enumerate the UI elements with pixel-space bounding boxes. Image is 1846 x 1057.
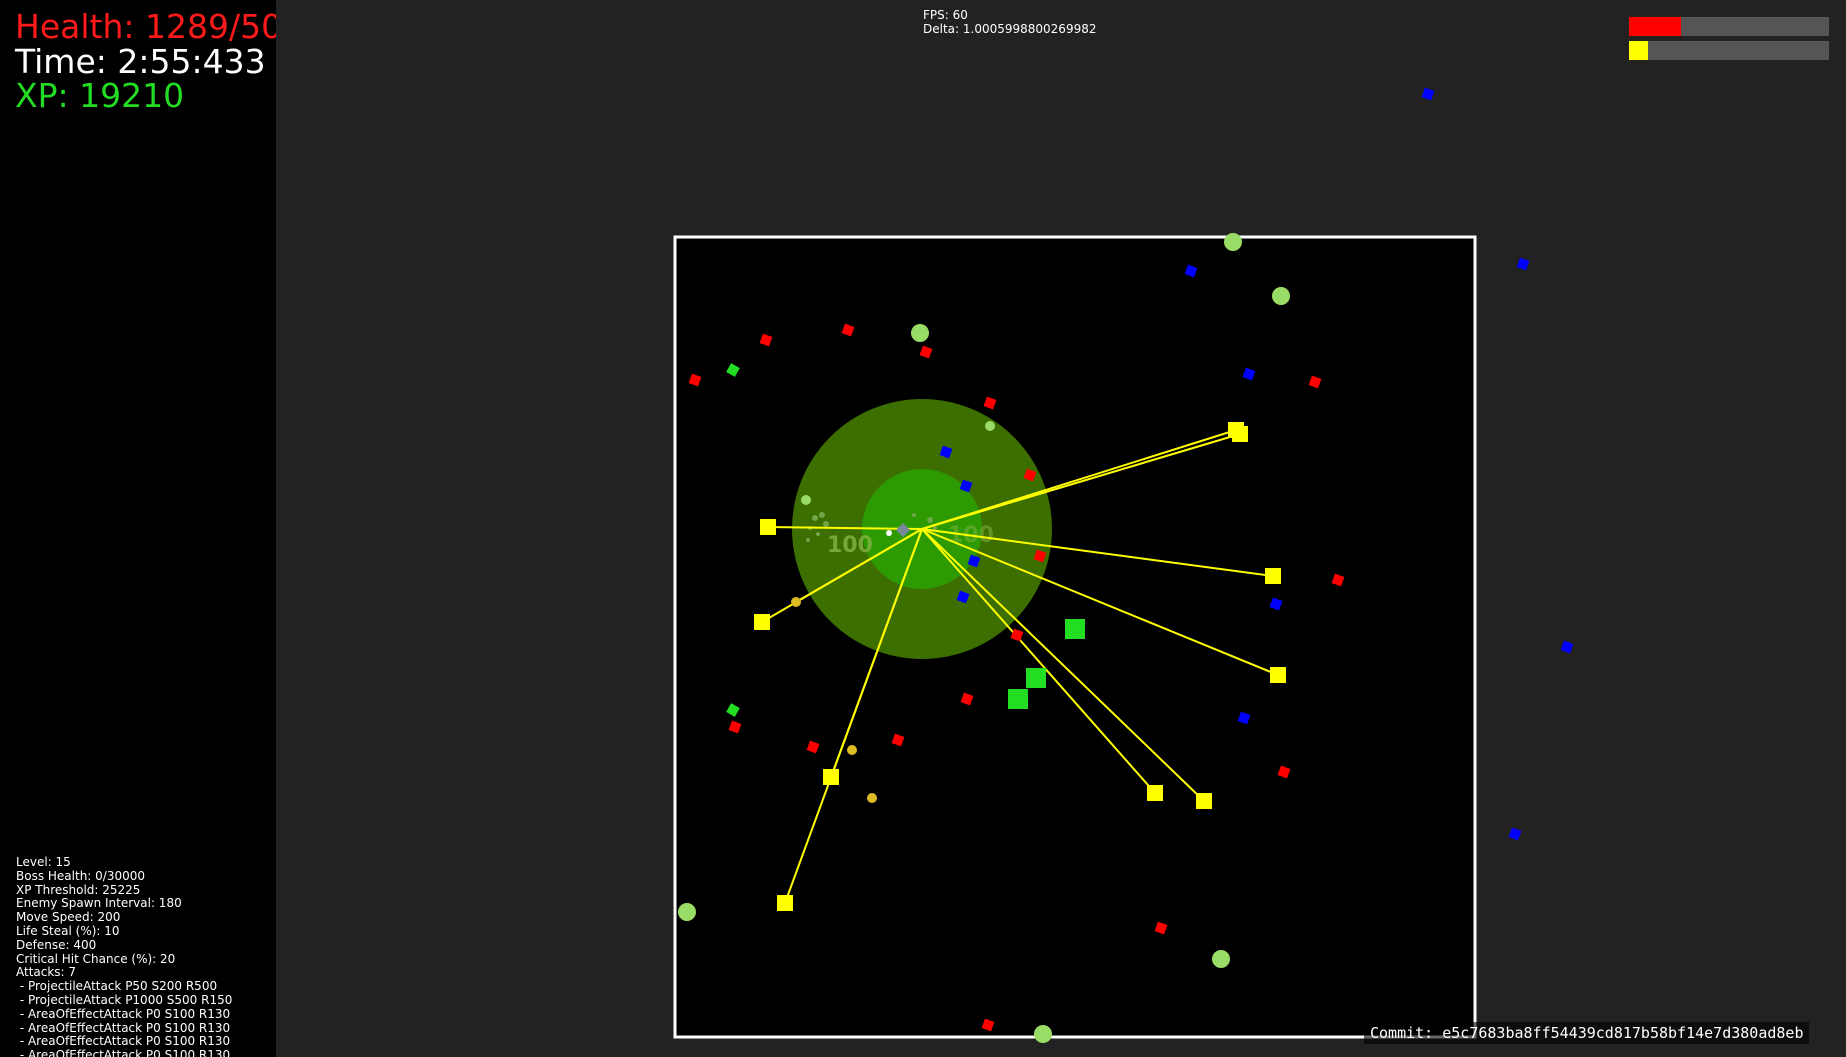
stat-line: Life Steal (%): 10	[16, 923, 120, 938]
xp-orb	[1272, 287, 1290, 305]
laser-target-enemy	[754, 614, 770, 630]
hud-left-panel: Health: 1289/5000 Time: 2:55:433 XP: 192…	[0, 0, 276, 1057]
xp-orb	[911, 324, 929, 342]
xp-orb	[1224, 233, 1242, 251]
stat-line: - AreaOfEffectAttack P0 S100 R130	[16, 1034, 231, 1049]
stat-line: Enemy Spawn Interval: 180	[16, 896, 182, 911]
debug-info: FPS: 60 Delta: 1.0005998800269982	[923, 8, 1096, 36]
health-bar-fill	[1629, 17, 1681, 36]
enemy-green-large	[1026, 668, 1046, 688]
xp-bar-fill	[1629, 41, 1648, 60]
stat-line: Move Speed: 200	[16, 910, 121, 925]
enemy-blue	[1421, 87, 1435, 101]
xp-readout: XP: 19210	[15, 76, 185, 115]
stat-line: Critical Hit Chance (%): 20	[16, 951, 176, 966]
time-readout: Time: 2:55:433	[15, 42, 266, 81]
enemy-blue	[1508, 827, 1522, 841]
game-world[interactable]: 100 100	[0, 0, 1846, 1057]
laser-target-enemy	[1232, 426, 1248, 442]
health-bar	[1629, 17, 1829, 36]
xp-orb	[1212, 950, 1230, 968]
xp-orb	[801, 495, 811, 505]
stat-line: Level: 15	[16, 855, 71, 869]
enemy-blue	[1516, 257, 1530, 271]
enemy-blue	[1560, 640, 1574, 654]
stat-line: - AreaOfEffectAttack P0 S100 R130	[16, 1006, 231, 1021]
delta-readout: Delta: 1.0005998800269982	[923, 22, 1097, 36]
stat-line: Defense: 400	[16, 937, 97, 952]
gold-orb	[867, 793, 877, 803]
stat-line: XP Threshold: 25225	[16, 882, 141, 897]
stat-line: - AreaOfEffectAttack P0 S100 R130	[16, 1020, 231, 1035]
laser-target-enemy	[1196, 793, 1212, 809]
stat-line: - AreaOfEffectAttack P0 S100 R130	[16, 1048, 231, 1057]
damage-number: 100	[827, 533, 873, 558]
player-stats-list: Level: 15 Boss Health: 0/30000 XP Threshol…	[16, 855, 233, 1057]
stat-line: Attacks: 7	[16, 965, 77, 980]
laser-target-enemy	[1270, 667, 1286, 683]
player-projectile	[886, 530, 892, 536]
laser-target-enemy	[1265, 568, 1281, 584]
stat-line: - ProjectileAttack P1000 S500 R150	[16, 992, 233, 1007]
gold-orb	[847, 745, 857, 755]
enemy-green-large	[1065, 619, 1085, 639]
laser-target-enemy	[760, 519, 776, 535]
commit-hash-label: Commit: e5c7683ba8ff54439cd817b58bf14e7d…	[1364, 1022, 1810, 1044]
stat-line: Boss Health: 0/30000	[16, 868, 146, 883]
laser-target-enemy	[1147, 785, 1163, 801]
xp-bar	[1629, 41, 1829, 60]
enemy-green-large	[1008, 689, 1028, 709]
laser-target-enemy	[777, 895, 793, 911]
xp-orb	[678, 903, 696, 921]
stat-line: - ProjectileAttack P50 S200 R500	[16, 979, 218, 994]
fps-readout: FPS: 60	[923, 8, 968, 22]
health-readout: Health: 1289/5000	[15, 7, 276, 46]
xp-orb	[1034, 1025, 1052, 1043]
gold-orb	[791, 597, 801, 607]
xp-orb	[985, 421, 995, 431]
laser-target-enemy	[823, 769, 839, 785]
